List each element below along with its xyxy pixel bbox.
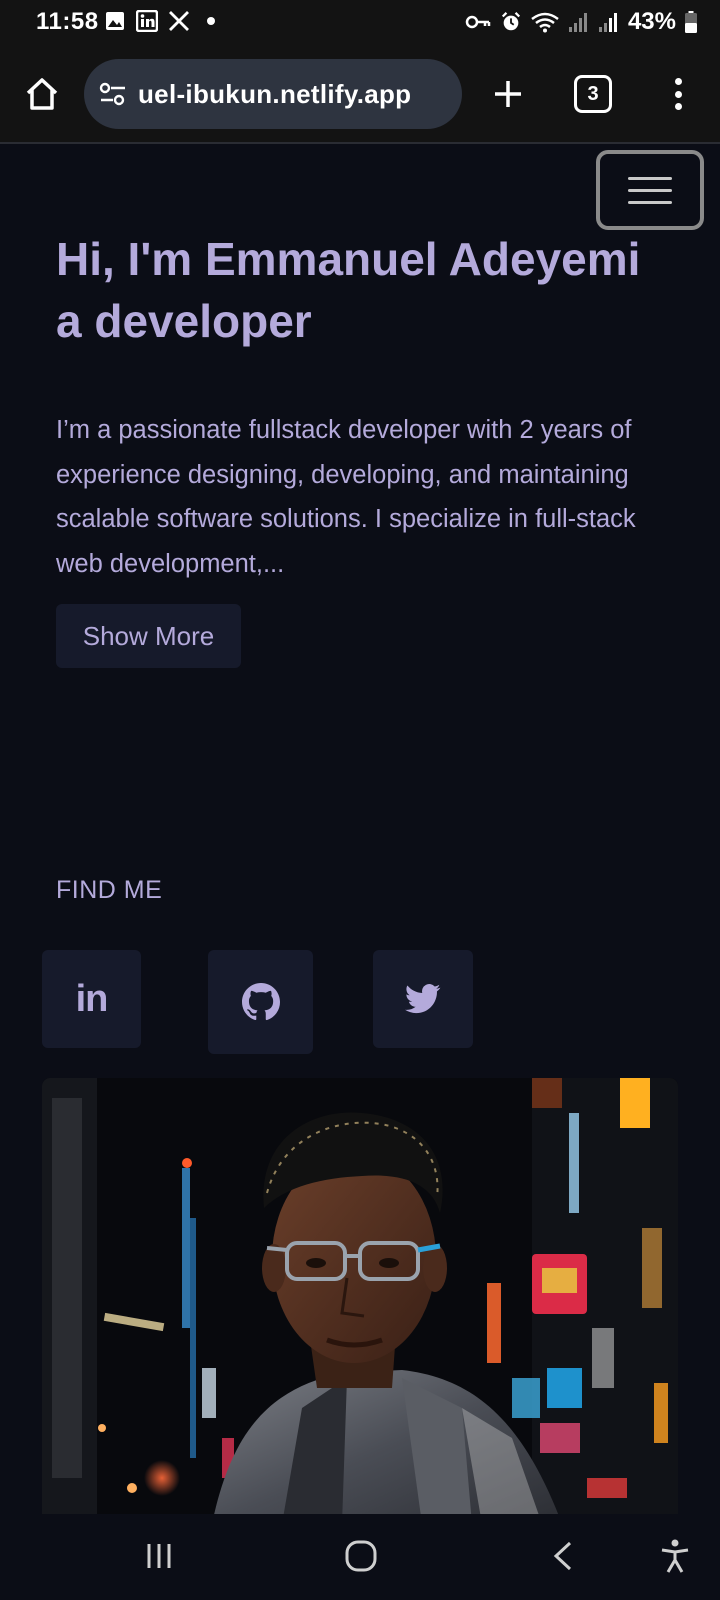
page-content: Hi, I'm Emmanuel Adeyemi a developer I’m… — [0, 146, 720, 1514]
hero-title-line2: a developer — [56, 295, 312, 347]
tab-switcher-button[interactable]: 3 — [574, 75, 612, 113]
show-more-button[interactable]: Show More — [56, 604, 241, 668]
recent-apps-button[interactable] — [134, 1534, 184, 1578]
twitter-button[interactable] — [373, 950, 473, 1048]
dot-icon — [674, 103, 682, 110]
wifi-icon — [530, 11, 560, 33]
system-navigation-bar — [0, 1514, 720, 1600]
linkedin-icon: in — [75, 977, 109, 1020]
browser-toolbar: uel-ibukun.netlify.app 3 — [0, 44, 720, 144]
dot-icon — [200, 10, 222, 32]
dot-icon — [674, 90, 682, 98]
hamburger-line — [628, 188, 672, 192]
plus-icon — [495, 81, 521, 107]
hero-title-line1: Hi, I'm Emmanuel Adeyemi — [56, 233, 641, 285]
address-bar[interactable]: uel-ibukun.netlify.app — [84, 59, 462, 129]
browser-menu-button[interactable] — [660, 72, 696, 116]
new-tab-button[interactable] — [486, 72, 530, 116]
signal-icon — [598, 11, 620, 33]
key-icon — [464, 11, 492, 33]
github-icon — [241, 983, 280, 1021]
status-time: 11:58 — [36, 8, 99, 35]
home-nav-button[interactable] — [336, 1534, 386, 1578]
recent-apps-icon — [147, 1544, 171, 1568]
accessibility-button[interactable] — [650, 1534, 700, 1578]
twitter-icon — [405, 984, 441, 1014]
home-icon — [26, 78, 58, 110]
back-chevron-icon — [553, 1541, 572, 1571]
status-bar: 11:58 43% — [0, 0, 720, 44]
site-settings-icon[interactable] — [98, 79, 128, 109]
home-button[interactable] — [20, 72, 64, 116]
home-circle-icon — [345, 1540, 377, 1572]
find-me-heading: FIND ME — [56, 876, 163, 904]
battery-percentage: 43% — [627, 8, 676, 35]
x-icon — [168, 10, 190, 32]
github-button[interactable] — [208, 950, 313, 1054]
gallery-icon — [104, 10, 126, 32]
url-text: uel-ibukun.netlify.app — [138, 78, 412, 109]
back-button[interactable] — [538, 1534, 588, 1578]
profile-photo — [42, 1078, 678, 1514]
battery-icon — [684, 11, 698, 33]
signal-icon — [568, 11, 590, 33]
hamburger-line — [628, 176, 672, 180]
linkedin-icon — [136, 10, 158, 32]
dot-icon — [674, 78, 682, 85]
alarm-icon — [500, 11, 522, 33]
hero-title: Hi, I'm Emmanuel Adeyemi a developer — [56, 228, 676, 352]
hamburger-menu-button[interactable] — [596, 150, 704, 230]
status-system-icons: 43% — [464, 8, 698, 36]
linkedin-button[interactable]: in — [42, 950, 141, 1048]
hamburger-line — [628, 200, 672, 204]
hero-description: I’m a passionate fullstack developer wit… — [56, 416, 636, 578]
status-notification-icons — [104, 10, 222, 32]
accessibility-icon — [661, 1539, 689, 1573]
